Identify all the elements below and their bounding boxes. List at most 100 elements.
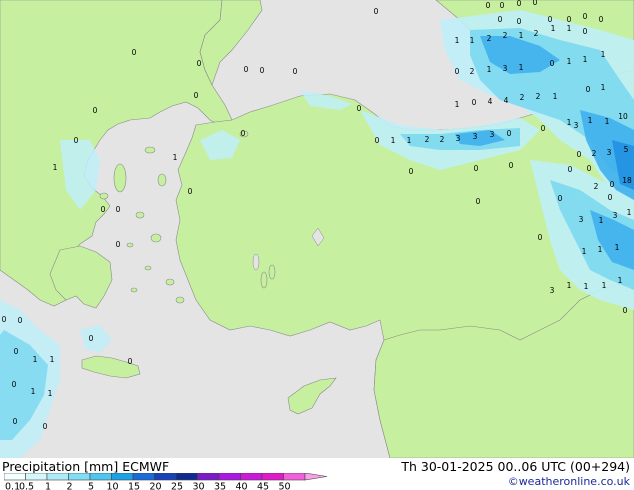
value-label: 0 [548, 15, 553, 24]
value-label: 0 [14, 347, 19, 356]
legend-swatch [4, 473, 26, 481]
value-label: 0 [101, 205, 106, 214]
legend-swatch [175, 473, 198, 481]
value-label: 1 [53, 163, 58, 172]
value-label: 5 [624, 145, 629, 154]
value-label: 2 [425, 135, 430, 144]
value-label: 0 [509, 161, 514, 170]
value-label: 1 [33, 355, 38, 364]
legend-swatch [111, 473, 134, 481]
value-label: 1 [567, 118, 572, 127]
legend-swatch [154, 473, 177, 481]
legend-swatch [218, 473, 241, 481]
legend-tick-label: 45 [257, 482, 269, 490]
legend-swatch [68, 473, 91, 481]
legend-tick-label: 25 [171, 482, 183, 490]
value-label: 0 [293, 67, 298, 76]
product-name: Precipitation [mm] [2, 459, 119, 474]
map-title: Precipitation [mm] ECMWF [2, 459, 169, 474]
legend-tick-label: 15 [128, 482, 140, 490]
value-label: 0 [116, 240, 121, 249]
legend-tick-label: 50 [278, 482, 290, 490]
model-name: ECMWF [122, 459, 170, 474]
legend-swatch [261, 473, 284, 481]
value-label: 0 [474, 164, 479, 173]
legend-tick-label: 0.5 [19, 482, 34, 490]
value-label: 10 [618, 112, 628, 121]
value-label: 0 [93, 106, 98, 115]
value-label: 0 [558, 194, 563, 203]
value-label: 0 [132, 48, 137, 57]
value-label: 0 [577, 150, 582, 159]
value-label: 1 [601, 50, 606, 59]
value-label: 1 [391, 136, 396, 145]
legend-swatch [25, 473, 48, 481]
value-label: 1 [602, 281, 607, 290]
value-label: 0 [583, 12, 588, 21]
value-label: 0 [550, 59, 555, 68]
value-label: 3 [503, 64, 508, 73]
value-label: 0 [357, 104, 362, 113]
value-label: 0 [188, 187, 193, 196]
value-label: 2 [536, 92, 541, 101]
value-label: 0 [538, 233, 543, 242]
value-label: 3 [490, 130, 495, 139]
legend-swatch [240, 473, 263, 481]
color-legend: 0.1 0.5 1 2 5 10 15 20 25 30 35 40 45 50 [4, 473, 328, 490]
value-label: 1 [627, 208, 632, 217]
precipitation-map[interactable]: 0000000000011221211000000021310111001044… [0, 0, 634, 458]
legend-tick-label: 40 [235, 482, 247, 490]
value-label: 1 [567, 57, 572, 66]
value-label: 0 [541, 124, 546, 133]
value-label: 1 [618, 276, 623, 285]
legend-tick-label: 2 [66, 482, 72, 490]
value-label: 0 [455, 67, 460, 76]
legend-tick-label: 1 [45, 482, 51, 490]
legend-tick-label: 5 [88, 482, 94, 490]
value-label: 0 [244, 65, 249, 74]
value-label: 1 [487, 65, 492, 74]
value-label: 2 [470, 67, 475, 76]
value-label: 3 [456, 134, 461, 143]
value-label: 1 [48, 389, 53, 398]
legend-bar: 0.10.5 1 2 5 10 15 20 25 30 35 40 45 50 [4, 473, 328, 490]
map-canvas: 00 0 0 00 0 0 0 0 01 1 2 2 1 21 1 0000 0 0 0 2 1 3 1 0 1 1100 1 0 4 4… [0, 0, 634, 458]
value-label: 0 [43, 422, 48, 431]
value-label: 0 [599, 15, 604, 24]
value-label: 0 [567, 15, 572, 24]
value-label: 1 [598, 245, 603, 254]
value-label: 3 [574, 121, 579, 130]
value-label: 0 [517, 0, 522, 8]
value-label: 0 [13, 417, 18, 426]
value-label: 1 [31, 387, 36, 396]
value-label: 1 [583, 55, 588, 64]
value-label: 0 [197, 59, 202, 68]
legend-swatch [89, 473, 112, 481]
value-label: 0 [533, 0, 538, 7]
value-label: 0 [517, 17, 522, 26]
value-label: 1 [567, 281, 572, 290]
value-label: 2 [503, 31, 508, 40]
value-label: 3 [607, 148, 612, 157]
value-label: 0 [623, 306, 628, 315]
value-label: 2 [487, 34, 492, 43]
value-label: 3 [613, 211, 618, 220]
value-label: 2 [594, 182, 599, 191]
value-label: 0 [260, 66, 265, 75]
value-label: 0 [12, 380, 17, 389]
value-label: 18 [622, 176, 632, 185]
value-label: 1 [455, 100, 460, 109]
value-label: 2 [440, 135, 445, 144]
value-label: 0 [89, 334, 94, 343]
legend-tick-label: 10 [106, 482, 118, 490]
value-label: 1 [407, 136, 412, 145]
value-label: 1 [615, 243, 620, 252]
value-label: 3 [579, 215, 584, 224]
value-label: 0 [116, 205, 121, 214]
value-label: 1 [567, 24, 572, 33]
valid-time: Th 30-01-2025 00..06 UTC (00+294) [401, 459, 630, 474]
value-label: 0 [128, 357, 133, 366]
value-label: 1 [588, 116, 593, 125]
credit-link[interactable]: ©weatheronline.co.uk [508, 475, 630, 488]
value-label: 1 [599, 216, 604, 225]
